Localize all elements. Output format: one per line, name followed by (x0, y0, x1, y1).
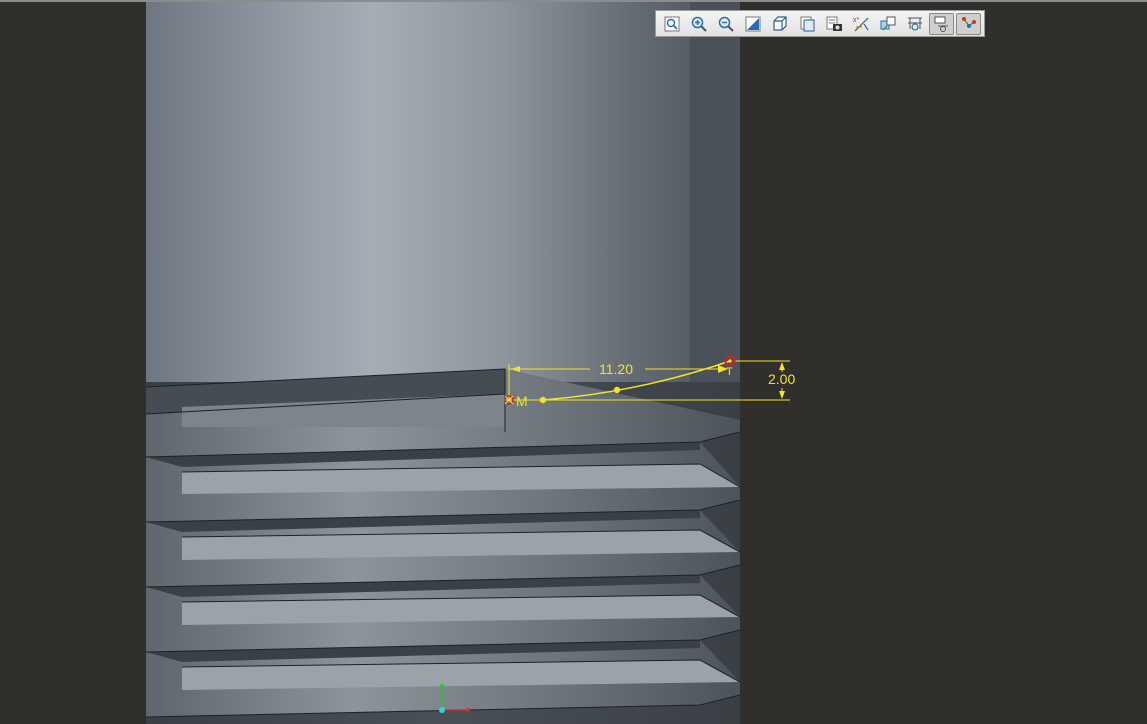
sketcher-display-button[interactable] (929, 12, 954, 35)
datum-display-icon: x* (853, 17, 868, 31)
saved-orientations-icon (800, 16, 814, 31)
constraint-display-icon (961, 16, 976, 28)
zoom-in-button[interactable] (686, 13, 711, 35)
saved-orientations-button[interactable] (794, 13, 819, 35)
vertical-dimension[interactable]: 2.00 (734, 360, 795, 401)
svg-text:x*: x* (853, 17, 860, 24)
view-manager-button[interactable] (821, 13, 846, 35)
zoom-in-icon (691, 16, 707, 32)
datum-display-button[interactable]: x* (848, 13, 873, 35)
refit-icon (664, 16, 679, 31)
display-style-button[interactable] (767, 13, 792, 35)
zoom-out-icon (718, 16, 734, 32)
graphics-viewport[interactable]: 11.20 2.00 M T x* (0, 0, 1147, 724)
refit-button[interactable] (659, 13, 684, 35)
sketch-display-button[interactable] (902, 13, 927, 35)
bolt-thread[interactable] (145, 368, 741, 724)
sketcher-display-icon (934, 16, 948, 32)
annotation-display-icon (880, 16, 895, 31)
view-manager-icon (826, 16, 842, 31)
display-style-icon (772, 15, 787, 31)
annotation-display-button[interactable] (875, 13, 900, 35)
model-scene[interactable]: 11.20 2.00 M T (0, 2, 1147, 724)
bolt-shank[interactable] (146, 2, 740, 432)
constraint-display-button[interactable] (956, 12, 981, 35)
spline-point-mid[interactable] (613, 386, 621, 394)
graphics-toolbar: x* (655, 10, 985, 37)
sketch-display-icon (907, 17, 922, 31)
spline-point-start[interactable] (539, 396, 547, 404)
constraint-label: M (516, 393, 528, 409)
horizontal-dimension-value[interactable]: 11.20 (599, 361, 633, 377)
tangent-label: T (726, 366, 733, 378)
repaint-button[interactable] (740, 13, 765, 35)
repaint-icon (745, 16, 760, 31)
zoom-out-button[interactable] (713, 13, 738, 35)
vertical-dimension-value[interactable]: 2.00 (768, 371, 795, 387)
